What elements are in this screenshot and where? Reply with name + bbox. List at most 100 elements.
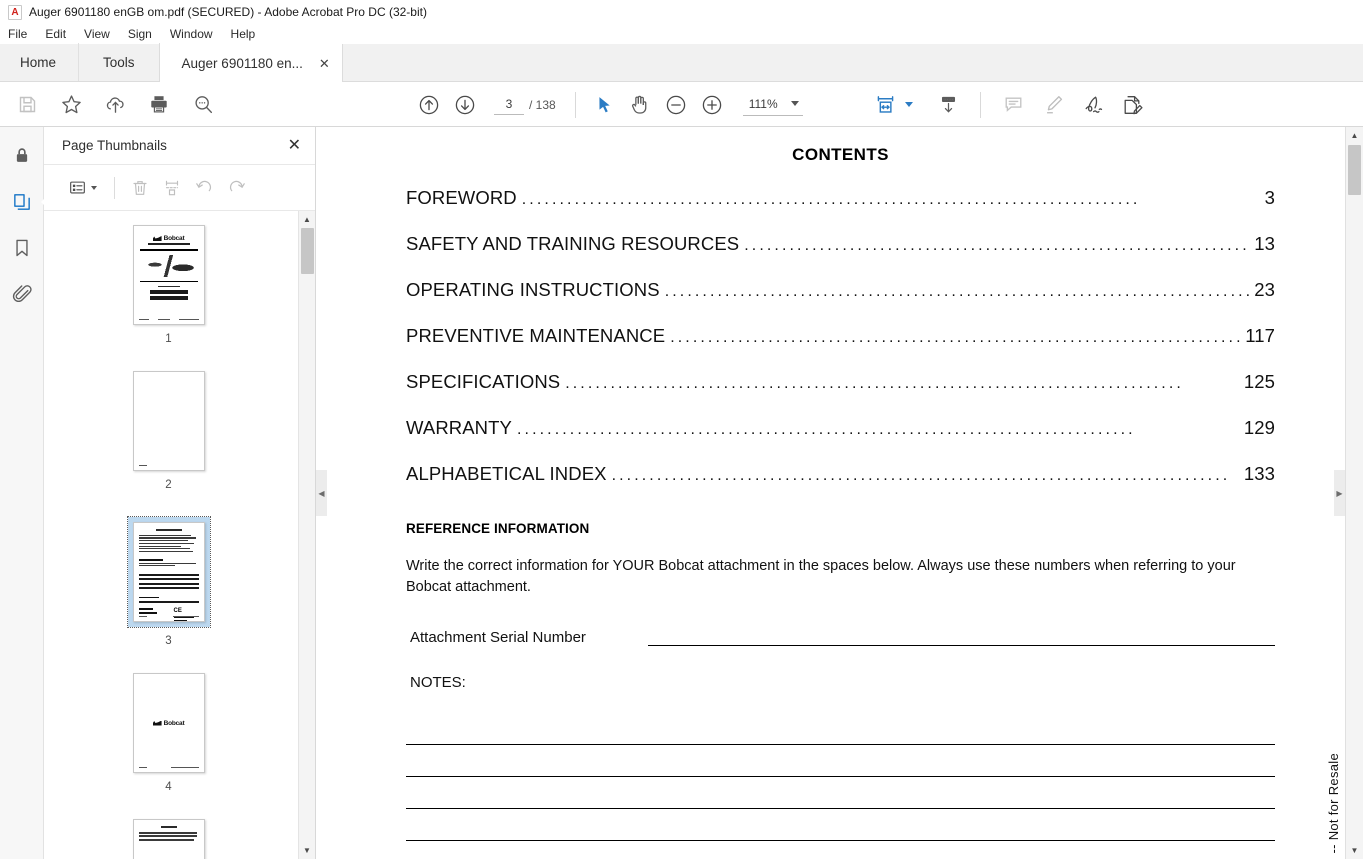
reference-information-heading: REFERENCE INFORMATION [406, 521, 590, 536]
lock-icon[interactable] [5, 139, 39, 173]
rotate-counterclockwise-icon[interactable] [189, 173, 219, 203]
toolbar-center-group: / 138 111% [412, 82, 803, 127]
page-number-field[interactable]: / 138 [494, 94, 556, 115]
menu-edit[interactable]: Edit [45, 26, 75, 42]
edit-pdf-icon[interactable] [1116, 88, 1150, 122]
menu-window[interactable]: Window [170, 26, 222, 42]
extract-pages-icon[interactable] [157, 173, 187, 203]
attachment-icon[interactable] [5, 277, 39, 311]
toolbar-right-group [868, 82, 1150, 127]
not-for-resale-watermark: -- Not for Resale [1326, 752, 1341, 853]
document-viewer: ◀ ▶ CONTENTS FOREWORD ..................… [316, 127, 1363, 859]
rotate-clockwise-icon[interactable] [221, 173, 251, 203]
collapse-left-panel-icon[interactable]: ◀ [316, 470, 327, 516]
toc-entry-operating-instructions[interactable]: OPERATING INSTRUCTIONS .................… [406, 279, 1275, 301]
toc-leader-dots: ........................................… [670, 329, 1241, 346]
cloud-upload-icon[interactable] [98, 87, 132, 121]
save-icon[interactable] [10, 87, 44, 121]
highlight-icon[interactable] [1036, 88, 1070, 122]
delete-pages-icon[interactable] [125, 173, 155, 203]
print-icon[interactable] [142, 87, 176, 121]
scroll-down-icon[interactable]: ▼ [1346, 842, 1363, 859]
toc-entry-safety-and-training-resources[interactable]: SAFETY AND TRAINING RESOURCES ..........… [406, 233, 1275, 255]
search-icon[interactable] [186, 87, 220, 121]
collapse-right-panel-icon[interactable]: ▶ [1334, 470, 1345, 516]
toc-entry-alphabetical-index[interactable]: ALPHABETICAL INDEX .....................… [406, 463, 1275, 485]
menu-help[interactable]: Help [231, 26, 265, 42]
tab-tools[interactable]: Tools [79, 43, 160, 81]
page-number-input[interactable] [494, 94, 524, 115]
tab-strip: Home Tools Auger 6901180 en... ✕ [0, 43, 1363, 82]
zoom-out-button[interactable] [659, 88, 693, 122]
next-page-button[interactable] [448, 88, 482, 122]
toc-entry-specifications[interactable]: SPECIFICATIONS .........................… [406, 371, 1275, 393]
page-thumbnail-preview[interactable]: CE [132, 522, 205, 622]
toc-entry-page: 117 [1245, 325, 1275, 346]
scrollbar-thumb[interactable] [301, 228, 314, 274]
thumbnail-scroll-area[interactable]: Bobcat 1 2 CE 3 Bobcat 4 ▲ ▼ [44, 211, 315, 859]
thumbnail-item-selected[interactable]: CE 3 [126, 516, 211, 673]
select-tool-icon[interactable] [587, 88, 621, 122]
title-bar: Auger 6901180 enGB om.pdf (SECURED) - Ad… [0, 0, 1363, 24]
thumbnail-item[interactable]: Bobcat 1 [132, 225, 205, 371]
thumbnail-size-options-icon[interactable] [60, 173, 104, 203]
scroll-mode-icon[interactable] [931, 88, 965, 122]
page-title: CONTENTS [792, 145, 889, 164]
toc-entry-page: 23 [1254, 279, 1275, 300]
page-thumbnails-icon[interactable] [5, 185, 50, 219]
toc-entry-page: 3 [1264, 187, 1275, 208]
toc-entry-label: ALPHABETICAL INDEX [406, 463, 607, 484]
tab-home[interactable]: Home [0, 43, 80, 81]
toc-entry-page: 133 [1243, 463, 1275, 484]
thumbnail-item[interactable]: Bobcat 4 [132, 673, 205, 819]
scroll-down-icon[interactable]: ▼ [299, 842, 315, 859]
toc-leader-dots: ........................................… [516, 421, 1136, 438]
zoom-level-dropdown[interactable]: 111% [742, 93, 803, 116]
thumbnail-item[interactable]: 5 [132, 819, 205, 859]
toc-entry-label: PREVENTIVE MAINTENANCE [406, 325, 666, 346]
page-thumbnail-preview[interactable]: Bobcat [132, 225, 205, 325]
star-icon[interactable] [54, 87, 88, 121]
fit-width-chevron-down-icon[interactable] [905, 102, 913, 107]
page-thumbnail-preview[interactable] [132, 371, 205, 471]
toc-entry-foreword[interactable]: FOREWORD ...............................… [406, 187, 1275, 209]
toc-entry-preventive-maintenance[interactable]: PREVENTIVE MAINTENANCE .................… [406, 325, 1275, 347]
toc-leader-dots: ........................................… [664, 283, 1250, 300]
toc-entry-warranty[interactable]: WARRANTY ...............................… [406, 417, 1275, 439]
pdf-file-icon [8, 4, 22, 20]
panel-title: Page Thumbnails [62, 138, 167, 153]
bobcat-logo-icon [152, 236, 162, 241]
menu-file[interactable]: File [8, 26, 36, 42]
notes-blank-line [406, 777, 1275, 810]
close-icon[interactable]: ✕ [288, 137, 301, 154]
page-total-label: / 138 [529, 97, 556, 112]
zoom-level-value: 111% [748, 96, 778, 111]
fit-width-icon[interactable] [868, 88, 902, 122]
thumbnail-page-number: 1 [165, 333, 172, 345]
scroll-up-icon[interactable]: ▲ [1346, 127, 1363, 144]
page-thumbnail-preview[interactable]: Bobcat [132, 673, 205, 773]
chevron-down-icon[interactable] [90, 185, 97, 190]
thumbnail-item[interactable]: 2 [132, 371, 205, 517]
page-thumbnails-panel: Page Thumbnails ✕ Bobcat 1 2 CE 3 Bobcat… [44, 127, 316, 859]
page-thumbnail-preview[interactable] [132, 819, 205, 859]
zoom-in-button[interactable] [695, 88, 729, 122]
toc-leader-dots: ........................................… [611, 467, 1231, 484]
scroll-up-icon[interactable]: ▲ [299, 211, 315, 228]
document-scrollbar[interactable]: ▲ ▼ [1345, 127, 1363, 859]
thumbnail-panel-scrollbar[interactable]: ▲ ▼ [298, 211, 315, 859]
menu-bar: File Edit View Sign Window Help [0, 24, 1363, 44]
tab-document[interactable]: Auger 6901180 en... ✕ [159, 44, 343, 82]
close-icon[interactable]: ✕ [319, 57, 330, 70]
comment-icon[interactable] [996, 88, 1030, 122]
scrollbar-thumb[interactable] [1348, 145, 1361, 195]
hand-tool-icon[interactable] [623, 88, 657, 122]
menu-view[interactable]: View [84, 26, 119, 42]
previous-page-button[interactable] [412, 88, 446, 122]
toc-entry-page: 13 [1254, 233, 1275, 254]
menu-sign[interactable]: Sign [128, 26, 161, 42]
bookmark-icon[interactable] [5, 231, 39, 265]
chevron-down-icon[interactable] [790, 101, 799, 106]
sign-icon[interactable] [1076, 88, 1110, 122]
attachment-serial-number-label: Attachment Serial Number [410, 629, 586, 647]
